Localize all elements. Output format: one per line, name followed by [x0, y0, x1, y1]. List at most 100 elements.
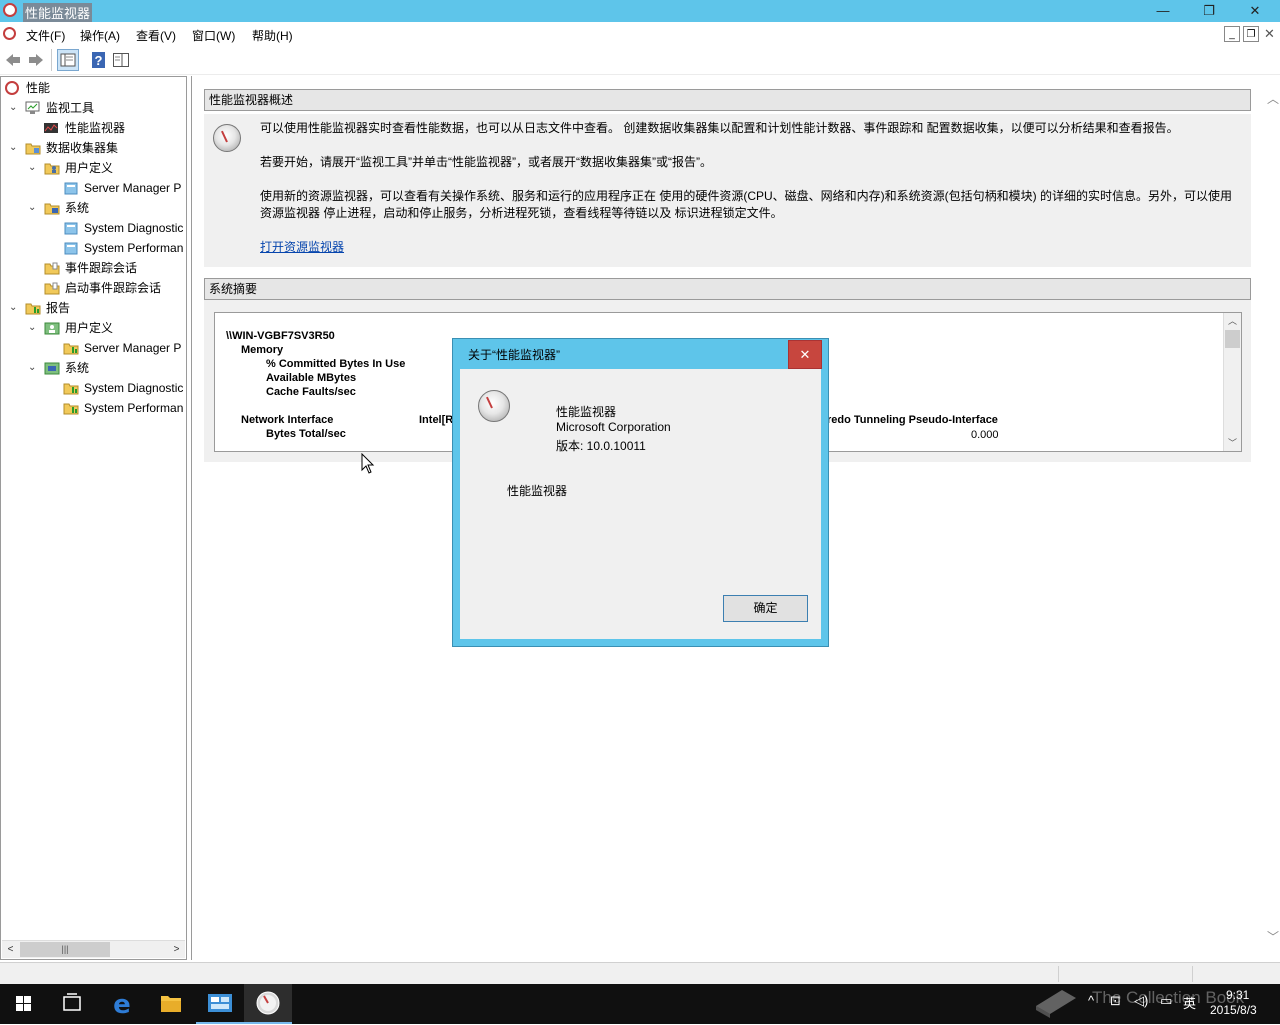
help-icon[interactable]: ? [90, 51, 108, 69]
menu-help[interactable]: 帮助(H) [252, 27, 293, 44]
tree-item-system-diagnostics[interactable]: System Diagnostic [1, 218, 186, 238]
tree-item-startup-event-trace-sessions[interactable]: 启动事件跟踪会话 [1, 278, 186, 298]
summary-counter-available: Available MBytes [266, 372, 357, 384]
menu-action[interactable]: 操作(A) [80, 27, 120, 44]
mdi-close-button[interactable]: ✕ [1264, 26, 1275, 42]
clock-date[interactable]: 2015/8/3 [1210, 1003, 1257, 1017]
open-resource-monitor-link[interactable]: 打开资源监视器 [260, 240, 344, 254]
overview-header: 性能监视器概述 [204, 89, 1251, 111]
tree-item-label: 用户定义 [65, 321, 114, 335]
restore-button[interactable]: ❐ [1186, 0, 1232, 22]
summary-teredo-adapter: redo Tunneling Pseudo-Interface [827, 414, 998, 426]
scroll-thumb[interactable]: ||| [20, 942, 110, 957]
summary-vertical-scrollbar[interactable]: ︿ ﹀ [1223, 313, 1241, 451]
tree-item-performance-monitor[interactable]: 性能监视器 [1, 118, 186, 138]
ok-button[interactable]: 确定 [723, 595, 808, 622]
expand-chevron-icon[interactable]: ⌄ [9, 98, 19, 118]
tree-item-report-server-manager[interactable]: Server Manager P [1, 338, 186, 358]
scroll-left-arrow-icon[interactable]: < [2, 941, 19, 958]
tree-item-label: 系统 [65, 201, 90, 215]
tree-item-system[interactable]: ⌄ 系统 [1, 198, 186, 218]
show-action-pane-icon[interactable] [112, 51, 130, 69]
perfmon-root-icon [5, 81, 19, 95]
svg-text:e: e [113, 990, 131, 1020]
task-view-icon[interactable] [48, 984, 96, 1024]
tree-item-server-manager-collector[interactable]: Server Manager P [1, 178, 186, 198]
report-user-icon [44, 322, 60, 335]
tree-item-event-trace-sessions[interactable]: 事件跟踪会话 [1, 258, 186, 278]
tree-item-performance[interactable]: 性能 [1, 78, 186, 98]
tree-item-report-system-performance[interactable]: System Performan [1, 398, 186, 418]
perfmon-taskbar-item[interactable] [244, 984, 292, 1024]
server-manager-taskbar-item[interactable] [196, 984, 244, 1024]
mdi-minimize-button[interactable]: _ [1224, 26, 1240, 42]
scroll-up-arrow-icon[interactable]: ︿ [1224, 313, 1241, 329]
expand-chevron-icon[interactable]: ⌄ [28, 198, 38, 218]
expand-chevron-icon[interactable]: ⌄ [28, 158, 38, 178]
report-system-icon [44, 362, 60, 375]
perf-chart-icon [44, 123, 58, 133]
notification-tray-icon[interactable]: ▭ [1160, 993, 1172, 1009]
volume-tray-icon[interactable]: ◁) [1134, 993, 1148, 1009]
perfmon-app-icon[interactable] [3, 3, 17, 17]
show-hide-console-tree-icon[interactable] [57, 49, 79, 71]
expand-chevron-icon[interactable]: ⌄ [9, 138, 19, 158]
menu-file[interactable]: 文件(F) [26, 27, 65, 44]
console-tree: 性能 ⌄ 监视工具 性能监视器 ⌄ 数据收集器集 ⌄ 用户定义 Server M… [0, 76, 187, 960]
dialog-close-button[interactable]: ✕ [788, 340, 822, 369]
menu-window[interactable]: 窗口(W) [192, 27, 235, 44]
expand-chevron-icon[interactable]: ⌄ [28, 358, 38, 378]
tree-item-reports-system[interactable]: ⌄ 系统 [1, 358, 186, 378]
tree-item-reports[interactable]: ⌄ 报告 [1, 298, 186, 318]
startup-trace-icon [44, 282, 60, 295]
report-icon [63, 383, 79, 395]
minimize-button[interactable]: — [1140, 0, 1186, 22]
file-explorer-icon[interactable] [147, 984, 195, 1024]
window-title: 性能监视器 [23, 3, 93, 22]
tree-item-data-collector-sets[interactable]: ⌄ 数据收集器集 [1, 138, 186, 158]
collector-set-icon [64, 182, 78, 195]
close-button[interactable]: ✕ [1232, 0, 1278, 22]
tree-item-monitoring-tools[interactable]: ⌄ 监视工具 [1, 98, 186, 118]
tree-item-label: System Performan [84, 401, 184, 415]
dialog-description: 性能监视器 [507, 484, 568, 498]
scroll-thumb[interactable] [1225, 330, 1240, 348]
perfmon-system-menu-icon[interactable] [3, 27, 16, 40]
expand-chevron-icon[interactable]: ⌄ [9, 298, 19, 318]
tree-horizontal-scrollbar[interactable]: < ||| > [2, 940, 185, 958]
data-collector-icon [25, 143, 41, 155]
summary-counter-cache-faults: Cache Faults/sec [266, 386, 356, 398]
tree-item-label: 用户定义 [65, 161, 114, 175]
tree-item-system-performance[interactable]: System Performan [1, 238, 186, 258]
summary-host: \\WIN-VGBF7SV3R50 [226, 330, 335, 342]
ime-indicator[interactable]: 英 [1183, 993, 1196, 1012]
scroll-down-arrow-icon[interactable]: ﹀ [1224, 435, 1241, 451]
summary-counter-committed: % Committed Bytes In Use [266, 358, 406, 370]
edge-browser-icon[interactable]: e [98, 984, 146, 1024]
windows-start-icon[interactable] [0, 984, 48, 1024]
tree-item-label: 报告 [46, 301, 71, 315]
overview-paragraph-1: 可以使用性能监视器实时查看性能数据，也可以从日志文件中查看。 创建数据收集器集以… [260, 121, 1179, 135]
back-arrow-icon[interactable] [4, 51, 22, 69]
tray-chevron-icon[interactable]: ^ [1088, 993, 1094, 1008]
summary-memory: Memory [241, 344, 284, 356]
system-summary-header: 系统摘要 [204, 278, 1251, 300]
main-scroll-down-icon[interactable]: ﹀ [1267, 928, 1279, 945]
tree-item-label: 系统 [65, 361, 90, 375]
about-dialog: 关于“性能监视器” ✕ 性能监视器 Microsoft Corporation … [452, 338, 829, 647]
tree-item-user-defined[interactable]: ⌄ 用户定义 [1, 158, 186, 178]
menu-view[interactable]: 查看(V) [136, 27, 176, 44]
dialog-body: 性能监视器 Microsoft Corporation 版本: 10.0.100… [460, 369, 821, 639]
main-scroll-up-icon[interactable]: ︿ [1267, 90, 1279, 107]
tree-item-label: System Performan [84, 241, 184, 255]
tree-item-report-system-diagnostics[interactable]: System Diagnostic [1, 378, 186, 398]
expand-chevron-icon[interactable]: ⌄ [28, 318, 38, 338]
summary-intel-adapter: Intel[R [419, 414, 454, 426]
tree-item-reports-user-defined[interactable]: ⌄ 用户定义 [1, 318, 186, 338]
forward-arrow-icon[interactable] [27, 51, 45, 69]
network-tray-icon[interactable]: ⊡ [1110, 993, 1121, 1009]
system-icon [44, 203, 60, 215]
scroll-right-arrow-icon[interactable]: > [168, 941, 185, 958]
clock-time[interactable]: 9:31 [1226, 988, 1249, 1002]
mdi-restore-button[interactable]: ❐ [1243, 26, 1259, 42]
